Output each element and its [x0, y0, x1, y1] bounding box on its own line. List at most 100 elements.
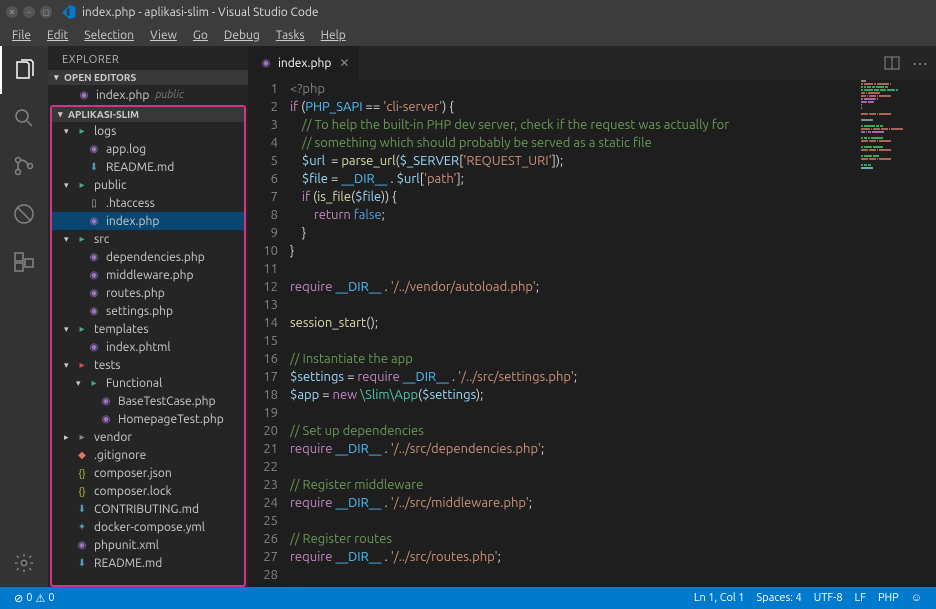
- php-icon: ◉: [86, 303, 102, 319]
- tree-item[interactable]: ▾▸src: [52, 230, 244, 248]
- folder-open-icon: ▸: [86, 375, 102, 391]
- tree-item[interactable]: ▾▸templates: [52, 320, 244, 338]
- minimap-content: [861, 80, 931, 173]
- php-icon: ◉: [86, 213, 102, 229]
- window-maximize-icon[interactable]: ▢: [40, 6, 52, 18]
- status-eol[interactable]: LF: [849, 592, 872, 604]
- tree-item-label: .htaccess: [106, 197, 155, 210]
- tree-item[interactable]: ▾▸logs: [52, 122, 244, 140]
- tabbar: ◉ index.php ✕ ⋯: [248, 46, 936, 80]
- php-icon: ◉: [86, 249, 102, 265]
- sidebar: EXPLORER ▾ OPEN EDITORS ◉ index.php publ…: [48, 46, 248, 587]
- tree-item[interactable]: ◉index.phtml: [52, 338, 244, 356]
- tree-item-label: index.phtml: [106, 341, 171, 354]
- tabbar-actions: ⋯: [884, 46, 936, 80]
- tree-item[interactable]: ◆.gitignore: [52, 446, 244, 464]
- workspace-root[interactable]: ▾ APLIKASI-SLIM: [52, 107, 244, 122]
- tree-item[interactable]: ▾▸tests: [52, 356, 244, 374]
- tree-item[interactable]: ▾▸Functional: [52, 374, 244, 392]
- status-spaces[interactable]: Spaces: 4: [751, 592, 808, 604]
- tree-item-label: settings.php: [106, 305, 173, 318]
- php-icon: ◉: [98, 411, 114, 427]
- chevron-icon: ▾: [64, 180, 74, 191]
- tree-item-label: composer.lock: [94, 485, 172, 498]
- chevron-icon: ▾: [64, 324, 74, 335]
- tab-index-php[interactable]: ◉ index.php ✕: [248, 46, 360, 80]
- tree-item-label: phpunit.xml: [94, 539, 159, 552]
- code-body[interactable]: <?phpif (PHP_SAPI == 'cli-server') { // …: [290, 80, 856, 587]
- open-editor-item[interactable]: ◉ index.php public: [48, 85, 248, 105]
- close-icon[interactable]: ✕: [339, 56, 349, 70]
- tree-item[interactable]: {} composer.lock: [52, 482, 244, 500]
- folder-icon: ▸: [74, 429, 90, 445]
- menu-go[interactable]: Go: [185, 27, 216, 44]
- tree-item[interactable]: ◉dependencies.php: [52, 248, 244, 266]
- json-icon: {}: [74, 483, 90, 499]
- tree-item[interactable]: ⬇README.md: [52, 158, 244, 176]
- menu-edit[interactable]: Edit: [39, 27, 76, 44]
- tree-item[interactable]: ✦docker-compose.yml: [52, 518, 244, 536]
- tree-item-label: CONTRIBUTING.md: [94, 503, 199, 516]
- menu-file[interactable]: File: [4, 27, 39, 44]
- status-errors[interactable]: ⊘0 ⚠0: [8, 592, 61, 605]
- menubar: File Edit Selection View Go Debug Tasks …: [0, 24, 936, 46]
- status-encoding[interactable]: UTF-8: [808, 592, 849, 604]
- menu-help[interactable]: Help: [313, 27, 354, 44]
- tree-item-label: README.md: [94, 557, 162, 570]
- tree-item[interactable]: ◉routes.php: [52, 284, 244, 302]
- tree-item-label: routes.php: [106, 287, 165, 300]
- tree-item[interactable]: ◉HomepageTest.php: [52, 410, 244, 428]
- open-editors-label: OPEN EDITORS: [64, 72, 136, 83]
- activity-debug-icon[interactable]: [0, 190, 48, 238]
- menu-view[interactable]: View: [142, 27, 185, 44]
- tree-item[interactable]: ◉app.log: [52, 140, 244, 158]
- tree-item-label: README.md: [106, 161, 174, 174]
- tree-item-label: index.php: [106, 215, 159, 228]
- tree-item[interactable]: ◉ phpunit.xml: [52, 536, 244, 554]
- code-editor[interactable]: 1234567891011121314151617181920212223242…: [248, 80, 936, 587]
- status-lncol[interactable]: Ln 1, Col 1: [688, 592, 751, 604]
- minimap[interactable]: [856, 80, 936, 587]
- tree-item[interactable]: ◉ settings.php: [52, 302, 244, 320]
- file-icon: ▯: [86, 195, 102, 211]
- tree-item[interactable]: ▸▸ vendor: [52, 428, 244, 446]
- tree-item[interactable]: ⬇CONTRIBUTING.md: [52, 500, 244, 518]
- tree-item[interactable]: ⬇README.md: [52, 554, 244, 572]
- more-icon[interactable]: ⋯: [912, 54, 928, 73]
- status-lang[interactable]: PHP: [872, 592, 905, 604]
- file-tree: ▾ APLIKASI-SLIM ▾▸logs◉app.log⬇README.md…: [50, 105, 246, 587]
- tree-item[interactable]: ◉BaseTestCase.php: [52, 392, 244, 410]
- window-close-icon[interactable]: ✕: [6, 6, 18, 18]
- open-editors-header[interactable]: ▾ OPEN EDITORS: [48, 70, 248, 85]
- tree-item-label: vendor: [94, 431, 132, 444]
- split-editor-icon[interactable]: [884, 55, 900, 71]
- php-icon: ◉: [76, 87, 92, 103]
- editor-area: ◉ index.php ✕ ⋯ 123456789101112131415161…: [248, 46, 936, 587]
- tree-item-label: BaseTestCase.php: [118, 395, 215, 408]
- tree-item[interactable]: ▯ .htaccess: [52, 194, 244, 212]
- chevron-icon: ▾: [64, 234, 74, 245]
- tree-item-label: middleware.php: [106, 269, 194, 282]
- tree-item[interactable]: ◉middleware.php: [52, 266, 244, 284]
- tree-item[interactable]: ▾▸public: [52, 176, 244, 194]
- php-icon: ◉: [74, 537, 90, 553]
- menu-selection[interactable]: Selection: [76, 27, 142, 44]
- activity-search-icon[interactable]: [0, 94, 48, 142]
- app-icon: [62, 5, 76, 19]
- activity-scm-icon[interactable]: [0, 142, 48, 190]
- activity-extensions-icon[interactable]: [0, 238, 48, 286]
- chevron-icon: ▸: [64, 432, 74, 443]
- warning-icon: ⚠: [35, 592, 45, 605]
- tree-item-label: templates: [94, 323, 149, 336]
- menu-debug[interactable]: Debug: [216, 27, 268, 44]
- activity-explorer-icon[interactable]: [0, 46, 48, 94]
- window-minimize-icon[interactable]: −: [23, 6, 35, 18]
- menu-tasks[interactable]: Tasks: [268, 27, 313, 44]
- folder-open-icon: ▸: [74, 177, 90, 193]
- chevron-icon: ▾: [64, 126, 74, 137]
- tree-item[interactable]: ◉ index.php: [52, 212, 244, 230]
- tree-item[interactable]: {}composer.json: [52, 464, 244, 482]
- activity-settings-icon[interactable]: [0, 539, 48, 587]
- status-feedback-icon[interactable]: ☺: [905, 592, 928, 604]
- chevron-down-icon: ▾: [58, 109, 68, 120]
